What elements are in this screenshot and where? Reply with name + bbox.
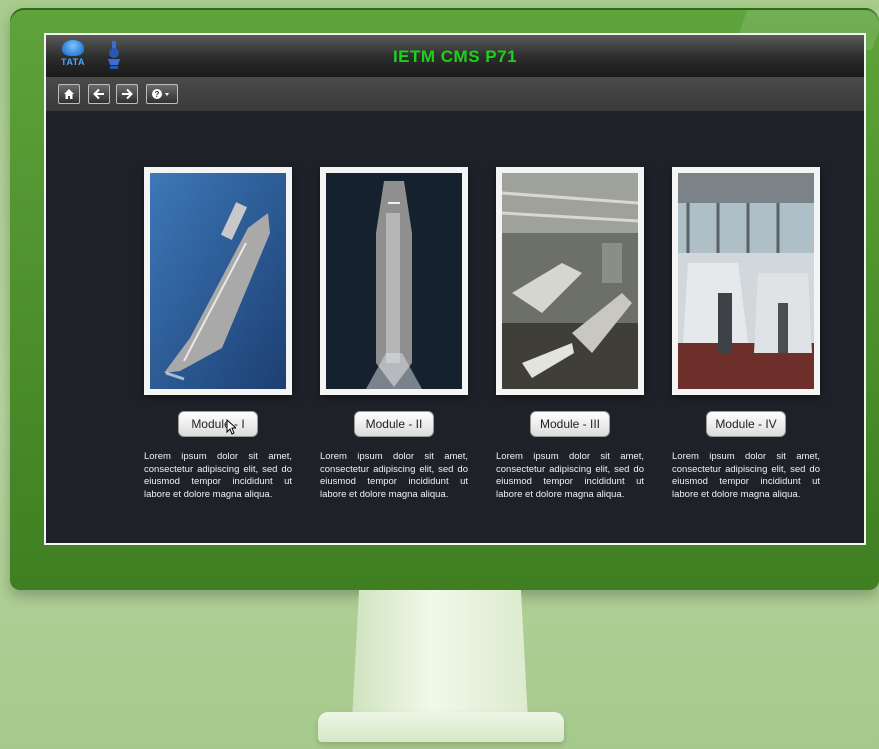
hangar-aircraft-image [502, 173, 638, 389]
module-4-button[interactable]: Module - IV [706, 411, 786, 437]
module-gallery: Module - I Lorem ipsum dolor sit amet, c… [46, 112, 864, 543]
svg-text:?: ? [155, 90, 160, 99]
ship-bridge-consoles-image [678, 173, 814, 389]
module-3-description: Lorem ipsum dolor sit amet, consectetur … [496, 451, 644, 500]
title-bar: TATA IETM CMS P71 [46, 35, 864, 77]
module-4-description: Lorem ipsum dolor sit amet, consectetur … [672, 451, 820, 500]
app-title: IETM CMS P71 [392, 47, 518, 66]
module-card-3: Module - III Lorem ipsum dolor sit amet,… [496, 167, 644, 501]
mouse-cursor-icon [226, 419, 236, 435]
help-dropdown-button[interactable]: ? [146, 84, 178, 104]
module-image-frame[interactable] [144, 167, 292, 395]
home-icon [64, 89, 74, 99]
module-card-4: Module - IV Lorem ipsum dolor sit amet, … [672, 167, 820, 501]
forward-arrow-icon [122, 88, 133, 100]
back-button[interactable] [88, 84, 110, 104]
module-2-button[interactable]: Module - II [354, 411, 434, 437]
home-button[interactable] [58, 84, 80, 104]
monitor-stand-base [318, 712, 564, 742]
forward-button[interactable] [116, 84, 138, 104]
monitor-stand-neck [352, 590, 528, 720]
module-card-2: Module - II Lorem ipsum dolor sit amet, … [320, 167, 468, 501]
module-2-description: Lorem ipsum dolor sit amet, consectetur … [320, 451, 468, 500]
module-3-button[interactable]: Module - III [530, 411, 610, 437]
module-image-frame[interactable] [320, 167, 468, 395]
module-1-button[interactable]: Module - I [178, 411, 258, 437]
app-window: TATA IETM CMS P71 ? Module - I Lorem ips… [44, 33, 866, 545]
module-image-frame[interactable] [496, 167, 644, 395]
aircraft-carrier-aerial-image [150, 173, 286, 389]
back-arrow-icon [93, 88, 104, 100]
module-image-frame[interactable] [672, 167, 820, 395]
aircraft-carrier-overhead-image [326, 173, 462, 389]
module-1-description: Lorem ipsum dolor sit amet, consectetur … [144, 451, 292, 500]
help-dropdown-icon: ? [152, 89, 169, 99]
toolbar: ? [46, 77, 864, 112]
module-card-1: Module - I Lorem ipsum dolor sit amet, c… [144, 167, 292, 501]
